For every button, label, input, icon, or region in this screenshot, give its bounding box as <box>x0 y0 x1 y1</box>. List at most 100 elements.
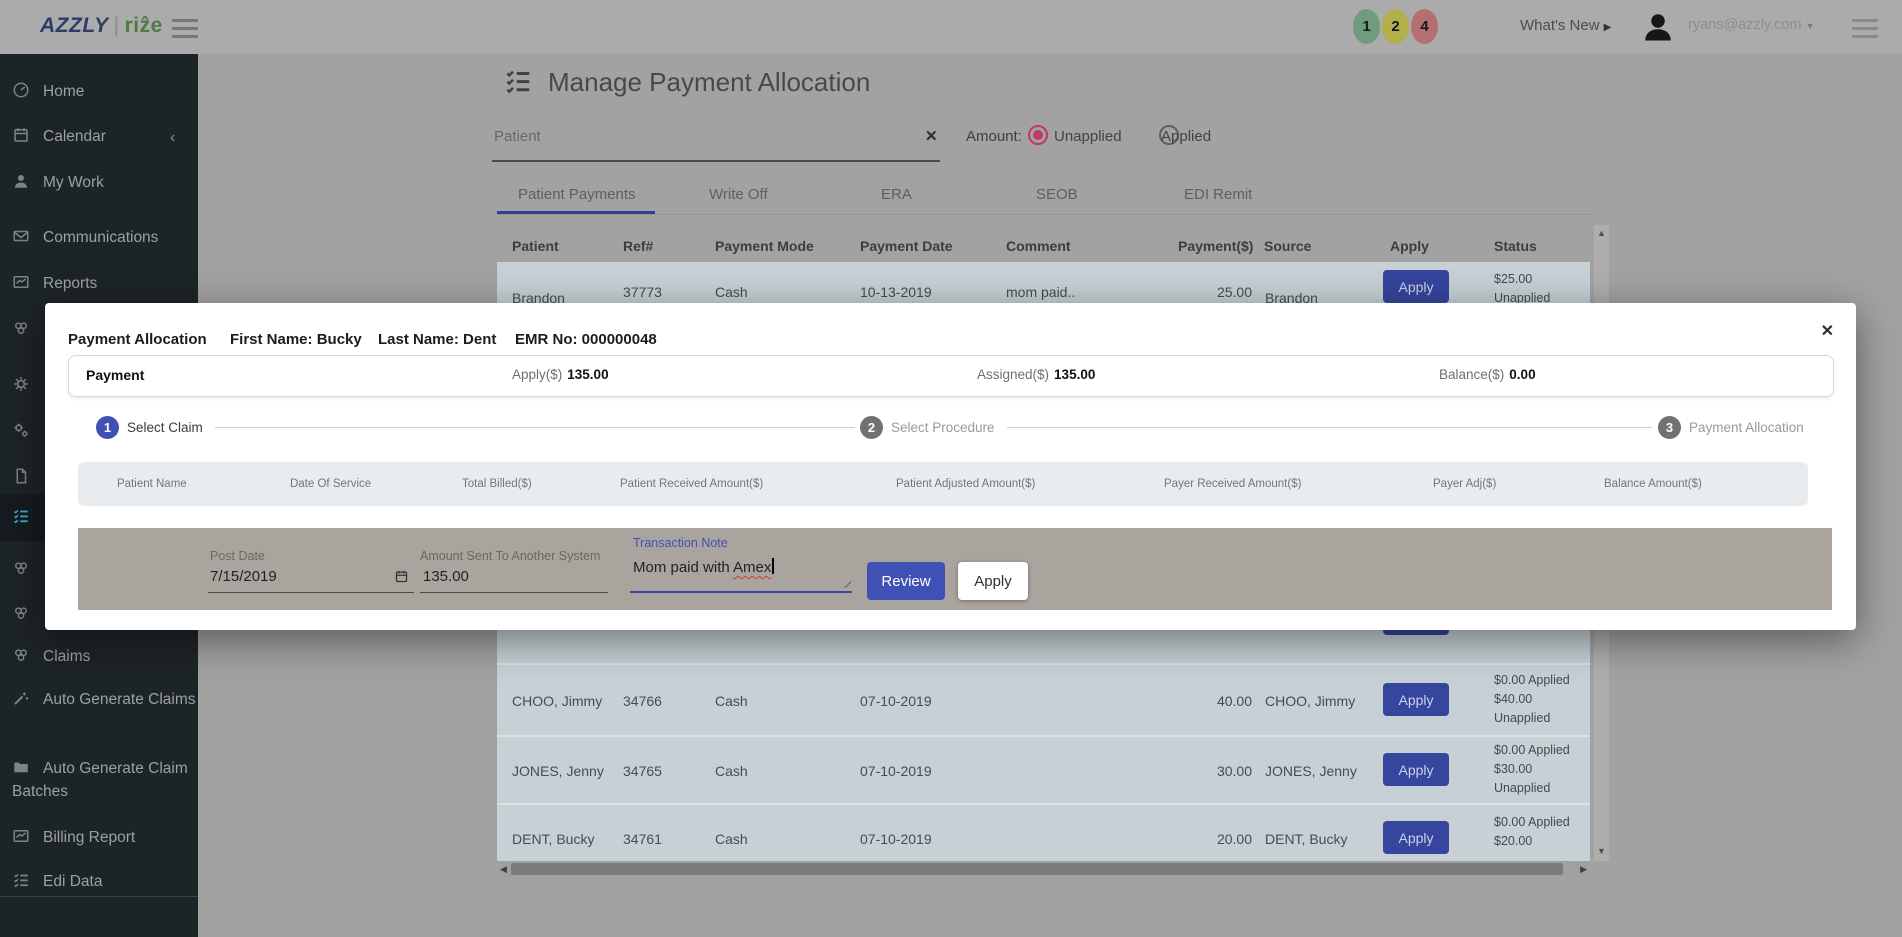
sidebar-toggle-hamburger-icon[interactable] <box>172 19 198 38</box>
modal-apply-button[interactable]: Apply <box>958 562 1028 600</box>
sidebar-item-billing-report[interactable]: Billing Report <box>0 822 208 853</box>
cell-patient: CHOO, Jimmy <box>512 693 602 709</box>
claim-col-balance-amount: Balance Amount($) <box>1604 478 1702 490</box>
search-clear-icon[interactable]: ✕ <box>925 127 938 145</box>
sidebar-divider <box>0 896 198 897</box>
gear-icon <box>12 375 30 393</box>
cell-ref: 34766 <box>623 693 662 709</box>
notification-badge-red[interactable]: 4 <box>1411 9 1438 44</box>
modal-last-name: Last Name: Dent <box>378 331 496 348</box>
scroll-right-icon[interactable]: ▶ <box>1580 864 1587 875</box>
step-2-indicator: 2 <box>860 416 883 439</box>
tab-write-off[interactable]: Write Off <box>709 186 768 203</box>
tab-era[interactable]: ERA <box>881 186 912 203</box>
wand-icon <box>12 689 30 707</box>
apply-button[interactable]: Apply <box>1383 683 1449 716</box>
cell-payment: 30.00 <box>1177 763 1252 779</box>
app-screen: AZZLY|riẑe 1 2 4 What's New▶ ryans@azzly… <box>0 0 1902 937</box>
coins-icon <box>12 319 30 337</box>
notification-badge-yellow[interactable]: 2 <box>1382 9 1409 44</box>
cell-payment: 20.00 <box>1177 831 1252 847</box>
scroll-up-icon[interactable]: ▲ <box>1594 228 1609 238</box>
top-bar: AZZLY|riẑe 1 2 4 What's New▶ ryans@azzly… <box>0 0 1902 54</box>
cell-status: $0.00 Applied $40.00 Unapplied <box>1494 671 1570 728</box>
cell-mode: Cash <box>715 831 748 847</box>
logo-azzly: AZZLY <box>40 14 109 37</box>
col-header-payment: Payment($) <box>1178 238 1253 254</box>
step-connector <box>215 427 855 428</box>
sidebar-item-label: My Work <box>43 174 104 191</box>
sidebar-item-home[interactable]: Home <box>0 76 208 107</box>
assigned-amount: Assigned($)135.00 <box>977 367 1095 382</box>
claim-col-patient-adjusted: Patient Adjusted Amount($) <box>896 478 1035 490</box>
payment-allocation-modal: Payment Allocation First Name: Bucky Las… <box>45 303 1856 630</box>
user-email-menu[interactable]: ryans@azzly.com▼ <box>1688 17 1814 33</box>
col-header-comment: Comment <box>1006 238 1071 254</box>
apply-button[interactable]: Apply <box>1383 821 1449 854</box>
tab-edi-remit[interactable]: EDI Remit <box>1184 186 1252 203</box>
sidebar-item-label: Edi Data <box>43 873 102 890</box>
balance-amount: Balance($)0.00 <box>1439 367 1536 382</box>
chevron-left-icon: ‹ <box>170 126 175 149</box>
whats-new-arrow-icon: ▶ <box>1604 22 1612 33</box>
horizontal-scroll-thumb[interactable] <box>511 863 1563 875</box>
amount-sent-input[interactable]: 135.00 <box>423 568 469 585</box>
radio-unapplied-label[interactable]: Unapplied <box>1054 128 1122 145</box>
claim-col-date-of-service: Date Of Service <box>290 478 371 490</box>
settings-hamburger-icon[interactable] <box>1852 19 1878 38</box>
sidebar-item-edi-data[interactable]: Edi Data <box>0 866 208 897</box>
tab-patient-payments[interactable]: Patient Payments <box>518 186 636 203</box>
scroll-down-icon[interactable]: ▼ <box>1594 846 1609 856</box>
whats-new-link[interactable]: What's New ▶ <box>1520 17 1611 34</box>
post-date-input[interactable]: 7/15/2019 <box>210 568 277 585</box>
cell-patient: DENT, Bucky <box>512 831 594 847</box>
cell-ref: 34765 <box>623 763 662 779</box>
cell-source: JONES, Jenny <box>1265 763 1357 779</box>
notification-badge-green[interactable]: 1 <box>1353 9 1380 44</box>
cell-comment: mom paid.. <box>1006 284 1075 300</box>
review-button[interactable]: Review <box>867 562 945 600</box>
textarea-resize-grip-icon[interactable] <box>841 578 851 588</box>
user-avatar-icon[interactable] <box>1640 9 1676 45</box>
folder-icon <box>12 758 30 776</box>
apply-button[interactable]: Apply <box>1383 753 1449 786</box>
col-header-payment-mode: Payment Mode <box>715 238 814 254</box>
radio-applied-label[interactable]: Applied <box>1161 128 1211 145</box>
radio-unapplied[interactable] <box>1028 125 1048 145</box>
search-underline <box>492 160 940 162</box>
sidebar-item-label: Auto Generate Claims <box>43 691 196 708</box>
tabs-divider <box>497 214 1590 215</box>
horizontal-scrollbar[interactable]: ◀ ▶ <box>497 861 1590 877</box>
sidebar-item-claims[interactable]: Claims <box>0 641 208 672</box>
cell-mode: Cash <box>715 693 748 709</box>
col-header-patient: Patient <box>512 238 559 254</box>
apply-button[interactable]: Apply <box>1383 270 1449 303</box>
cell-patient: JONES, Jenny <box>512 763 604 779</box>
sidebar-item-my-work[interactable]: My Work <box>0 167 208 198</box>
sidebar-item-auto-generate-claim-batches[interactable]: Auto Generate Claim Batches <box>0 753 208 807</box>
amount-sent-label: Amount Sent To Another System <box>420 549 600 563</box>
misspelled-word: Amex <box>733 559 771 576</box>
whats-new-label: What's New <box>1520 17 1600 34</box>
transaction-note-input[interactable]: Mom paid with Amex <box>633 558 774 576</box>
amount-filter-label: Amount: <box>966 128 1022 145</box>
gauge-icon <box>12 81 30 99</box>
modal-close-icon[interactable]: ✕ <box>1821 321 1834 341</box>
sidebar-item-communications[interactable]: Communications <box>0 222 208 253</box>
calendar-icon[interactable] <box>394 569 409 584</box>
patient-search-input[interactable]: Patient <box>494 128 541 145</box>
sidebar-item-reports[interactable]: Reports <box>0 268 208 299</box>
cell-status: $0.00 Applied $30.00 Unapplied <box>1494 741 1570 798</box>
tab-seob[interactable]: SEOB <box>1036 186 1078 203</box>
cell-ref: 37773 <box>623 284 662 300</box>
table-row: JONES, Jenny 34765 Cash 07-10-2019 30.00… <box>497 735 1590 803</box>
envelope-icon <box>12 227 30 245</box>
payment-summary-title: Payment <box>86 367 144 383</box>
sidebar-item-calendar[interactable]: Calendar‹ <box>0 121 208 152</box>
amount-sent-underline <box>420 592 608 593</box>
sidebar-item-auto-generate-claims[interactable]: Auto Generate Claims <box>0 684 208 715</box>
scroll-left-icon[interactable]: ◀ <box>500 864 507 875</box>
cell-source: CHOO, Jimmy <box>1265 693 1355 709</box>
transaction-note-underline <box>630 591 852 593</box>
cell-status: $0.00 Applied $20.00 <box>1494 813 1570 851</box>
